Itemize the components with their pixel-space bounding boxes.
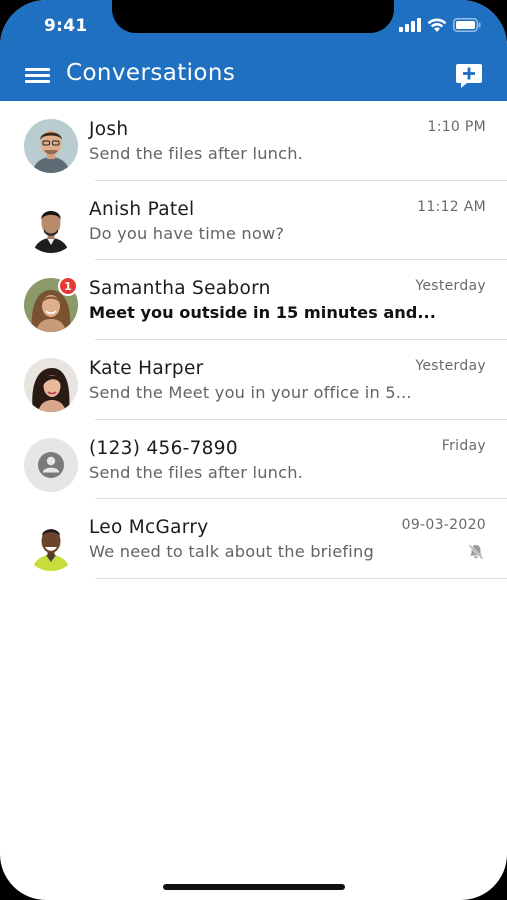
contact-name: Leo McGarry bbox=[89, 517, 209, 539]
message-preview: Do you have time now? bbox=[89, 223, 285, 243]
battery-icon bbox=[453, 18, 481, 32]
contact-name: (123) 456-7890 bbox=[89, 437, 238, 459]
leo-avatar bbox=[24, 517, 78, 572]
default-person-icon bbox=[24, 437, 78, 492]
new-message-icon[interactable] bbox=[455, 63, 483, 89]
conversation-row[interactable]: Kate Harper Yesterday Send the Meet you … bbox=[0, 340, 507, 420]
conversation-row[interactable]: (123) 456-7890 Friday Send the files aft… bbox=[0, 420, 507, 500]
row-divider bbox=[95, 578, 507, 580]
message-time: 09-03-2020 bbox=[401, 517, 486, 534]
message-time: 1:10 PM bbox=[427, 119, 486, 135]
bell-off-icon bbox=[468, 545, 484, 560]
message-time: 11:12 AM bbox=[417, 198, 486, 215]
status-icons bbox=[399, 17, 481, 33]
contact-name: Samantha Seaborn bbox=[89, 278, 271, 300]
menu-icon[interactable] bbox=[25, 66, 51, 86]
anish-avatar bbox=[24, 198, 78, 253]
message-preview: Send the files after lunch. bbox=[89, 462, 304, 482]
conversation-list: Josh 1:10 PM Send the files after lunch.… bbox=[0, 101, 507, 580]
app-header: 9:41 Conversations bbox=[0, 0, 507, 101]
message-preview: Meet you outside in 15 minutes and... bbox=[89, 303, 436, 323]
contact-name: Anish Patel bbox=[89, 198, 195, 220]
message-preview: Send the Meet you in your office in 5... bbox=[89, 383, 412, 403]
conversation-row[interactable]: 1 Samantha Seaborn Yesterday Meet you ou… bbox=[0, 260, 507, 341]
wifi-icon bbox=[427, 18, 447, 32]
status-time: 9:41 bbox=[44, 16, 88, 36]
conversation-row[interactable]: Anish Patel 11:12 AM Do you have time no… bbox=[0, 181, 507, 261]
phone-screen: 9:41 Conversations Josh 1:10 PM Send the… bbox=[0, 0, 507, 900]
cellular-signal-icon bbox=[399, 18, 421, 32]
josh-avatar bbox=[24, 119, 78, 173]
device-notch bbox=[112, 0, 394, 33]
message-time: Friday bbox=[441, 437, 486, 454]
message-preview: We need to talk about the briefing bbox=[89, 542, 374, 562]
message-time: Yesterday bbox=[415, 358, 486, 375]
message-time: Yesterday bbox=[415, 278, 486, 295]
contact-name: Josh bbox=[89, 119, 129, 140]
conversation-row[interactable]: Leo McGarry 09-03-2020 We need to talk a… bbox=[0, 499, 507, 580]
conversation-row[interactable]: Josh 1:10 PM Send the files after lunch. bbox=[0, 101, 507, 181]
contact-name: Kate Harper bbox=[89, 358, 204, 380]
kate-avatar bbox=[24, 358, 78, 413]
message-preview: Send the files after lunch. bbox=[89, 144, 304, 163]
page-title: Conversations bbox=[66, 60, 236, 86]
home-indicator[interactable] bbox=[163, 884, 345, 890]
